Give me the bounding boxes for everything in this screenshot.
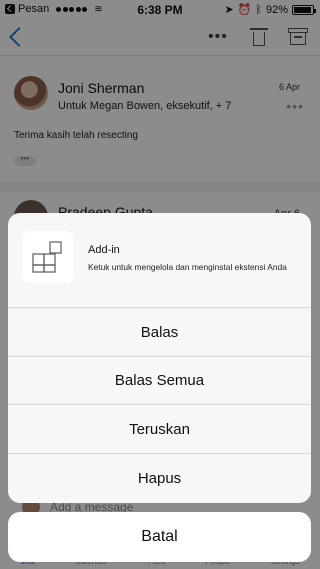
- addins-button[interactable]: Add-in Ketuk untuk mengelola dan mengins…: [8, 213, 311, 308]
- reply-all-button[interactable]: Balas Semua: [8, 357, 311, 405]
- addin-subtitle: Ketuk untuk mengelola dan menginstal eks…: [88, 262, 287, 272]
- addin-title: Add-in: [88, 244, 120, 256]
- reply-button[interactable]: Balas: [8, 309, 311, 357]
- addin-grid-icon: [22, 231, 74, 283]
- cancel-button[interactable]: Batal: [8, 512, 311, 562]
- forward-button[interactable]: Teruskan: [8, 406, 311, 454]
- delete-button[interactable]: Hapus: [8, 454, 311, 502]
- email-screen: Pesan ≋ 6:38 PM ➤ ⏰ ᛒ 92% ••• Joni Sherm…: [0, 0, 320, 569]
- action-sheet: Add-in Ketuk untuk mengelola dan mengins…: [8, 213, 311, 503]
